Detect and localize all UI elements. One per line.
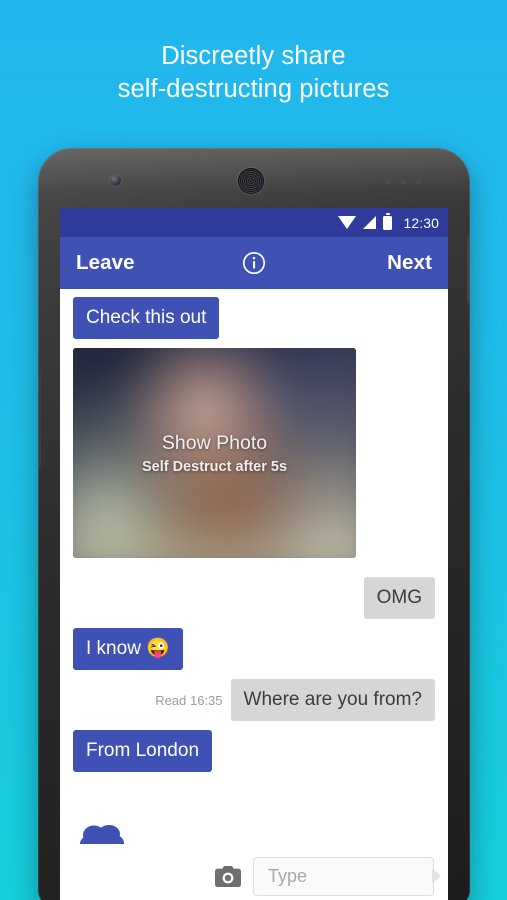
- volume-button[interactable]: [38, 370, 41, 468]
- message-row: Show Photo Self Destruct after 5s: [73, 348, 435, 568]
- promo-line-1: Discreetly share: [161, 42, 346, 70]
- chat-thread[interactable]: Check this out Show Photo Self Destruct …: [60, 289, 448, 900]
- photo-overlay: Show Photo Self Destruct after 5s: [73, 348, 356, 558]
- chat-bubble-outgoing[interactable]: Check this out: [73, 297, 220, 339]
- power-button[interactable]: [467, 236, 470, 304]
- phone-mockup: 12:30 Leave Next Check this out Show Pho…: [38, 148, 470, 900]
- promo-headline: Discreetly share self-destructing pictur…: [0, 40, 507, 106]
- wifi-icon: [338, 216, 357, 229]
- message-row: OMG: [73, 577, 435, 619]
- message-row: Read 16:35 Where are you from?: [73, 679, 435, 721]
- status-time: 12:30: [403, 214, 439, 231]
- next-button[interactable]: Next: [387, 251, 432, 275]
- chat-bubble-outgoing[interactable]: From London: [73, 730, 213, 772]
- sensor-dots: [386, 180, 422, 185]
- message-composer: Type: [60, 844, 448, 900]
- leave-button[interactable]: Leave: [76, 251, 135, 275]
- message-input-placeholder: Type: [268, 865, 308, 886]
- camera-icon[interactable]: [215, 865, 241, 887]
- app-bar: Leave Next: [60, 237, 448, 289]
- promo-line-2: self-destructing pictures: [117, 75, 390, 103]
- battery-icon: [383, 212, 393, 230]
- self-destruct-label: Self Destruct after 5s: [141, 458, 288, 475]
- message-row: From London: [73, 730, 435, 772]
- self-destruct-photo-card[interactable]: Show Photo Self Destruct after 5s: [73, 348, 356, 558]
- signal-icon: [363, 216, 377, 229]
- phone-screen: 12:30 Leave Next Check this out Show Pho…: [60, 208, 448, 900]
- input-tail-arrow: [432, 868, 441, 884]
- status-icons: 12:30: [338, 212, 439, 231]
- status-bar: 12:30: [60, 208, 448, 237]
- read-receipt-stamp: Read 16:35: [155, 692, 223, 708]
- info-circle-icon[interactable]: [242, 251, 266, 275]
- chat-bubble-outgoing[interactable]: I know 😜: [73, 628, 183, 670]
- message-row: I know 😜: [73, 628, 435, 670]
- front-camera-icon: [110, 175, 121, 186]
- chat-bubble-incoming[interactable]: OMG: [363, 577, 435, 619]
- show-photo-label: Show Photo: [161, 431, 268, 454]
- message-input-wrapper[interactable]: Type: [253, 856, 441, 896]
- chat-bubble-incoming[interactable]: Where are you from?: [230, 679, 435, 721]
- screenshot-root: Discreetly share self-destructing pictur…: [0, 0, 507, 900]
- earpiece-speaker-icon: [238, 168, 264, 194]
- message-row: Check this out: [73, 297, 435, 339]
